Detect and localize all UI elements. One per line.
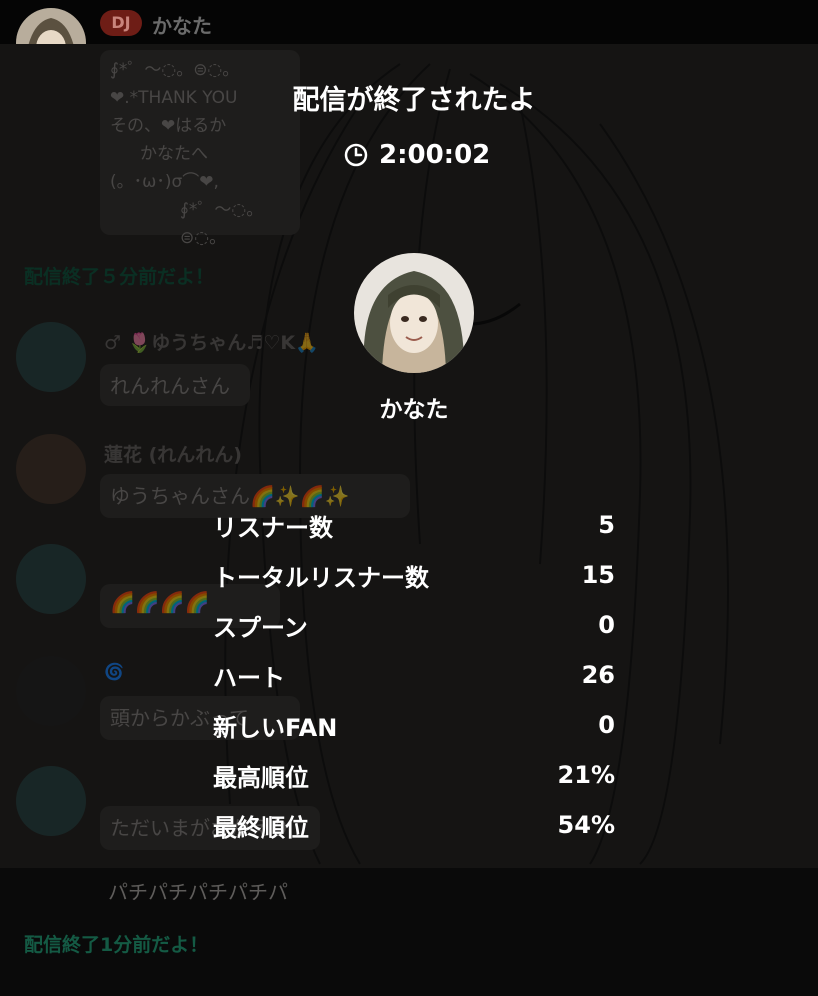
stat-label: スプーン	[213, 613, 308, 642]
duration-row: 2:00:02	[343, 140, 490, 170]
stat-row-hearts: ハート 26	[213, 650, 615, 700]
stat-row-final-rank: 最終順位 54%	[213, 800, 615, 850]
stat-label: リスナー数	[213, 513, 333, 542]
stat-label: ハート	[213, 663, 285, 692]
stat-row-total-listeners: トータルリスナー数 15	[213, 550, 615, 600]
dj-avatar[interactable]	[354, 253, 474, 373]
stat-value: 26	[581, 661, 615, 689]
dj-badge: DJ	[100, 10, 142, 36]
stat-label: トータルリスナー数	[213, 563, 429, 592]
host-name[interactable]: かなた	[152, 10, 212, 39]
stat-row-listeners: リスナー数 5	[213, 500, 615, 550]
stat-row-new-fans: 新しいFAN 0	[213, 700, 615, 750]
duration-value: 2:00:02	[379, 140, 491, 170]
stat-value: 21%	[557, 761, 615, 789]
dj-name: かなた	[379, 397, 449, 423]
stat-label: 最終順位	[213, 813, 309, 842]
top-bar: DJ かなた	[0, 0, 818, 44]
chat-text: パチパチパチパチパ	[108, 880, 288, 904]
clock-icon	[344, 143, 368, 167]
stat-value: 0	[598, 711, 615, 739]
stat-value: 5	[598, 511, 615, 539]
stat-value: 0	[598, 611, 615, 639]
stat-value: 15	[581, 561, 615, 589]
system-message: 配信終了1分前だよ！	[24, 934, 209, 956]
stat-label: 最高順位	[213, 763, 309, 792]
broadcast-ended-title: 配信が終了されたよ	[292, 85, 536, 116]
stat-row-spoons: スプーン 0	[213, 600, 615, 650]
stats-table: リスナー数 5 トータルリスナー数 15 スプーン 0 ハート 26 新しいFA…	[213, 500, 615, 850]
stat-label: 新しいFAN	[213, 713, 338, 742]
stat-row-best-rank: 最高順位 21%	[213, 750, 615, 800]
stat-value: 54%	[557, 811, 615, 839]
